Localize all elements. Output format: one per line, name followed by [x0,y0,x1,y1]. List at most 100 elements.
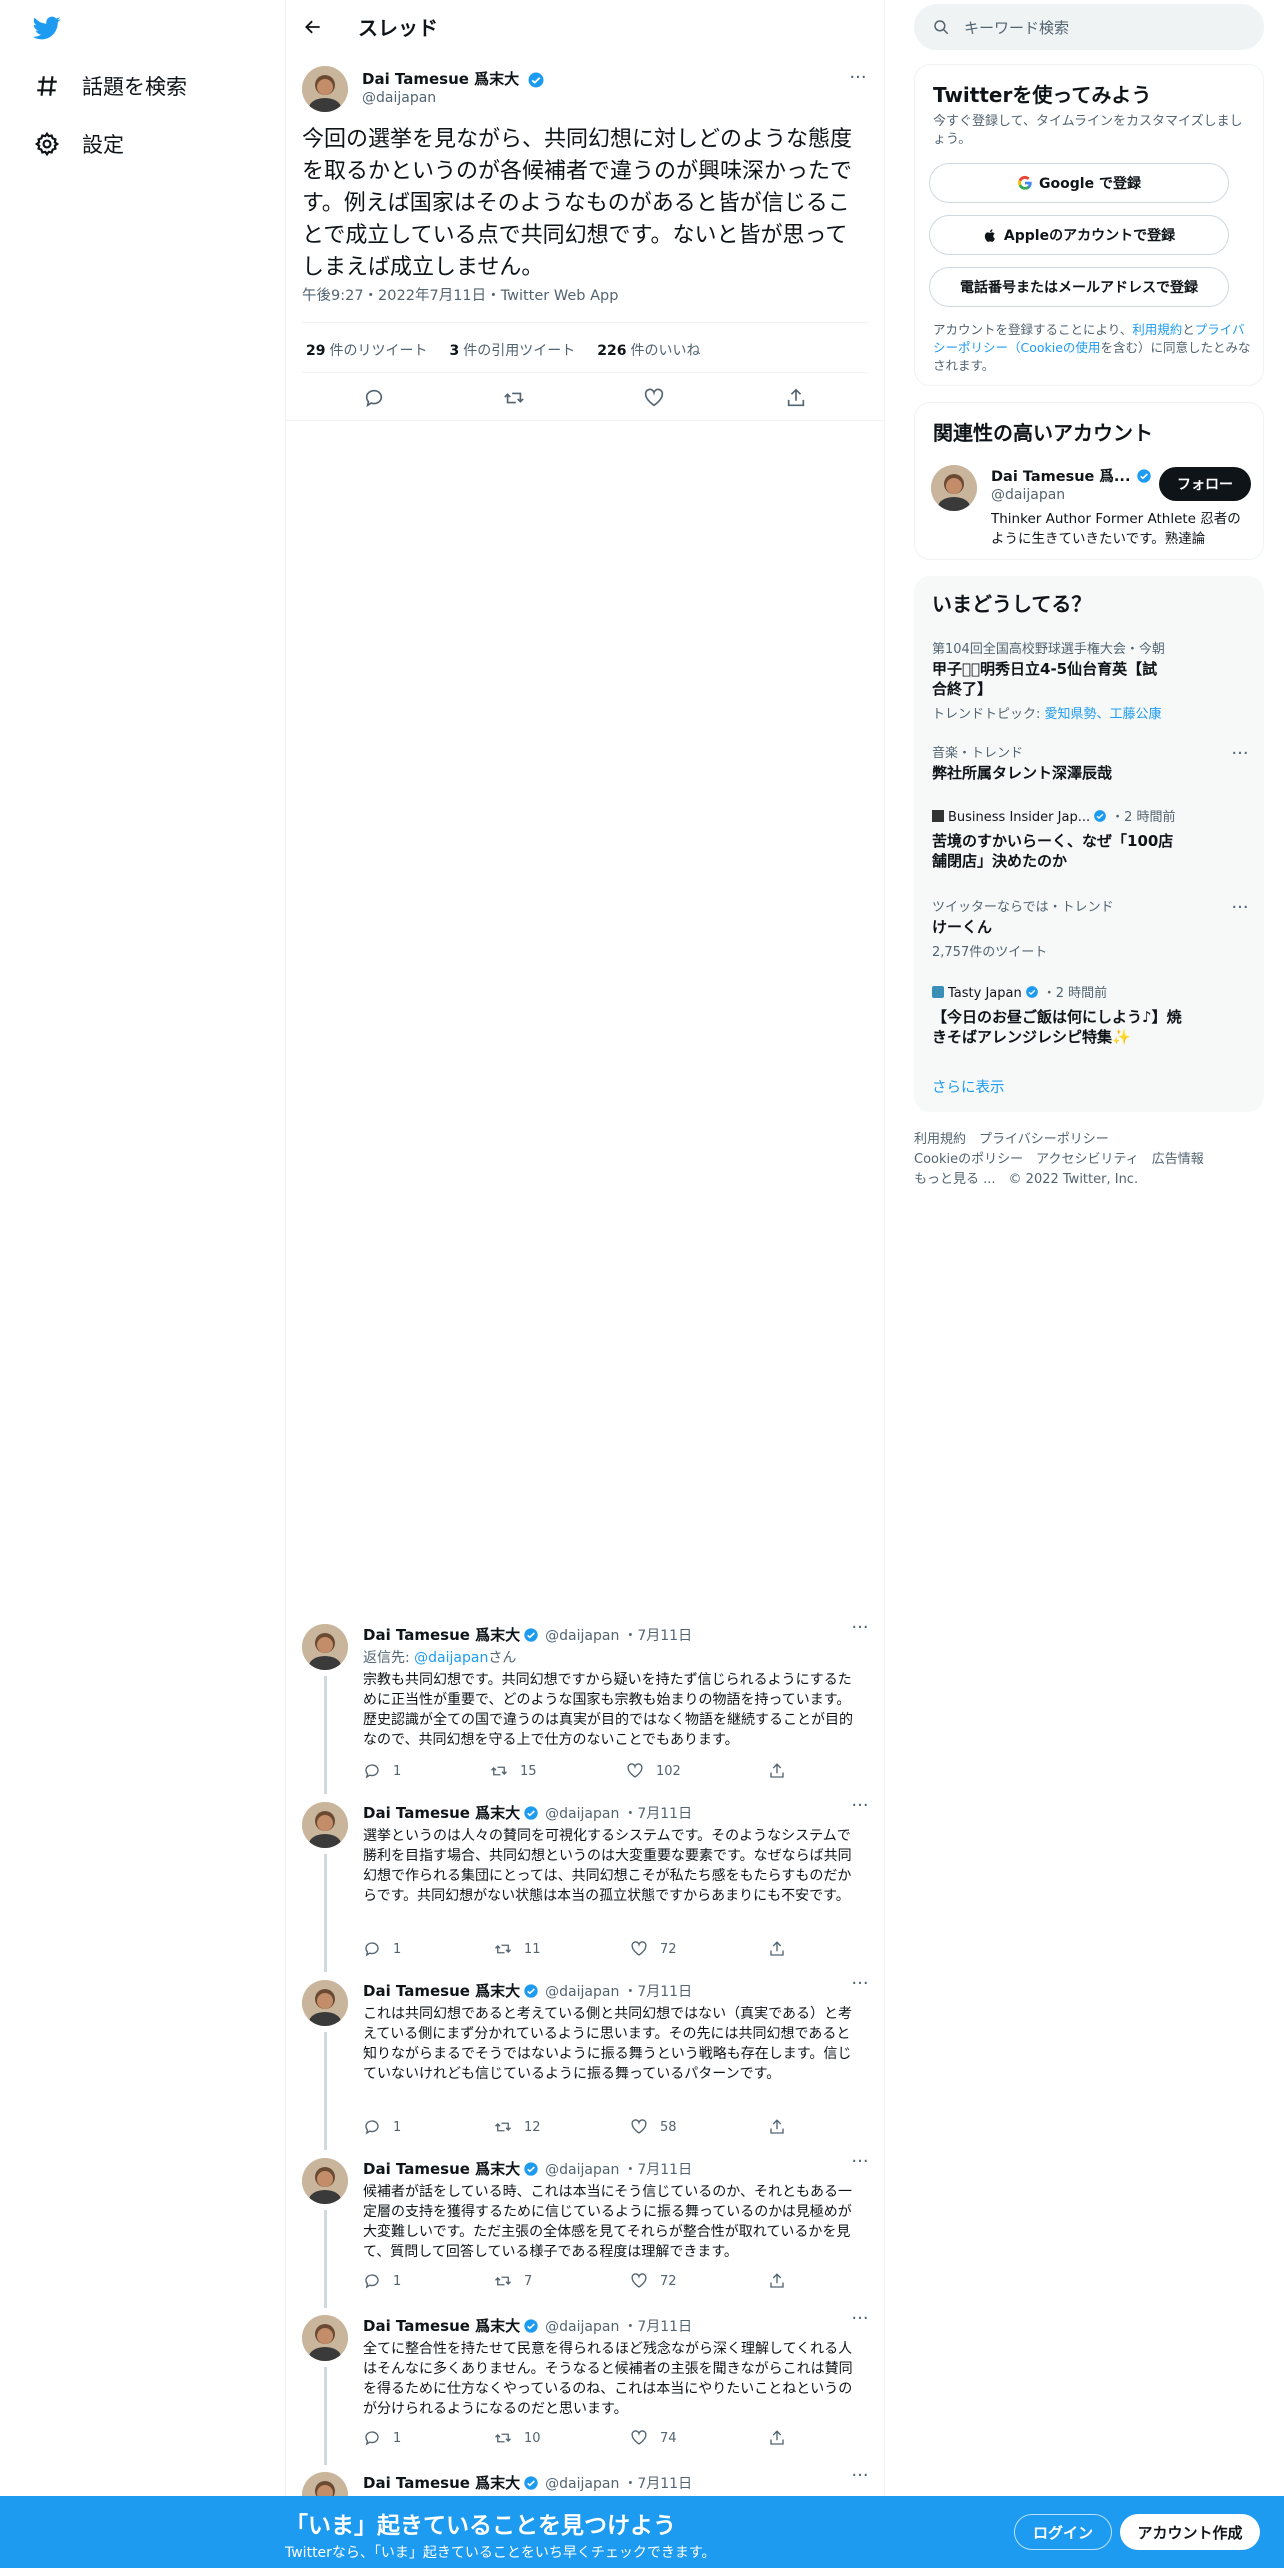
tweet-date[interactable]: ・7月11日 [623,2476,692,2492]
share-icon[interactable] [785,387,807,409]
like-icon[interactable] [643,387,665,409]
author-name[interactable]: Dai Tamesue 爲末大 [363,1980,520,2001]
reply-icon[interactable] [363,387,385,409]
login-button[interactable]: ログイン [1014,2514,1112,2550]
tweet-date[interactable]: ・7月11日 [623,2319,692,2335]
show-more-link[interactable]: さらに表示 [932,1076,1005,1097]
nav-settings[interactable]: 設定 [32,124,124,164]
author-handle[interactable]: @daijapan [545,2162,619,2178]
google-signup-button[interactable]: Google で登録 [929,163,1229,203]
more-options-icon[interactable]: ··· [850,1619,870,1637]
tweet-date[interactable]: ・7月11日 [623,1984,692,2000]
tweet-date[interactable]: ・7月11日 [623,1806,692,1822]
follow-button[interactable]: フォロー [1159,467,1251,501]
more-options-icon[interactable]: ··· [850,2310,870,2328]
retweet-count[interactable]: 15 [490,1762,537,1780]
footer-cookie-link[interactable]: Cookieのポリシー [914,1152,1023,1167]
more-options-icon[interactable]: ··· [850,1797,870,1815]
trend-item[interactable]: ツイッターならでは・トレンド けーくん 2,757件のツイート [932,896,1242,960]
retweet-count[interactable]: 10 [494,2429,541,2447]
like-count[interactable]: 72 [630,2272,677,2290]
reply-count[interactable]: 1 [363,1940,401,1958]
share-icon[interactable] [768,2272,798,2290]
trend-item[interactable]: 第104回全国高校野球選手権大会・今朝 甲子園🏻明秀日立4-5仙台育英【試合終了… [932,638,1242,722]
reply-tweet[interactable]: Dai Tamesue 爲末大 @daijapan ・7月11日 ··· 全てに整合… [286,2310,884,2465]
like-stat[interactable]: 226 件のいいね [597,340,700,360]
author-handle[interactable]: @daijapan [545,2476,619,2492]
trend-item[interactable]: Tasty Japan ・2 時間前 【今日のお昼ご飯は何にしよう♪】焼きそばアレ… [932,982,1242,1047]
main-tweet-author[interactable]: Dai Tamesue 爲末大 [362,68,545,89]
nav-explore[interactable]: 話題を検索 [32,66,187,106]
footer-ads-link[interactable]: 広告情報 [1152,1152,1204,1167]
retweet-count[interactable]: 7 [494,2272,532,2290]
twitter-logo-icon[interactable] [30,14,64,42]
reply-tweet[interactable]: Dai Tamesue 爲末大 @daijapan ・7月11日 ··· 候補者が話… [286,2153,884,2308]
quote-stat[interactable]: 3 件の引用ツイート [449,340,575,360]
author-name[interactable]: Dai Tamesue 爲末大 [363,2315,520,2336]
tweet-timestamp[interactable]: 午後9:27・2022年7月11日・Twitter Web App [302,284,618,305]
author-name[interactable]: Dai Tamesue 爲末大 [363,2472,520,2493]
share-icon[interactable] [768,2118,798,2136]
reply-tweet[interactable]: Dai Tamesue 爲末大 @daijapan ・7月11日 ··· 選挙という… [286,1797,884,1972]
avatar[interactable] [302,1980,348,2026]
retweet-icon[interactable] [503,387,525,409]
tweet-date[interactable]: ・7月11日 [623,1628,692,1644]
search-box[interactable]: キーワード検索 [914,4,1264,50]
author-handle[interactable]: @daijapan [545,1806,619,1822]
tweet-date[interactable]: ・7月11日 [623,2162,692,2178]
footer-accessibility-link[interactable]: アクセシビリティ [1036,1152,1139,1167]
avatar[interactable] [302,1624,348,1670]
reply-tweet[interactable]: Dai Tamesue 爲末大 @daijapan ・7月11日 ··· 返信先: … [286,1619,884,1794]
author-handle[interactable]: @daijapan [545,1984,619,2000]
apple-signup-button[interactable]: Appleのアカウントで登録 [929,215,1229,255]
more-options-icon[interactable]: ··· [848,69,868,87]
reply-tweet[interactable]: Dai Tamesue 爲末大 @daijapan ・7月11日 ··· これは共同… [286,1975,884,2150]
retweet-count[interactable]: 12 [494,2118,541,2136]
author-name[interactable]: Dai Tamesue 爲末大 [363,1624,520,1645]
related-account-handle[interactable]: @daijapan [991,487,1065,503]
terms-link[interactable]: 利用規約 [1132,322,1182,337]
reply-count[interactable]: 1 [363,2272,401,2290]
reply-tweet[interactable]: Dai Tamesue 爲末大 @daijapan ・7月11日 ··· [286,2467,884,2518]
footer-terms-link[interactable]: 利用規約 [914,1132,966,1147]
share-icon[interactable] [768,1940,798,1958]
avatar[interactable] [302,1802,348,1848]
phone-email-signup-button[interactable]: 電話番号またはメールアドレスで登録 [929,267,1229,307]
author-handle[interactable]: @daijapan [545,2319,619,2335]
more-options-icon[interactable]: ··· [1230,899,1250,917]
more-options-icon[interactable]: ··· [850,2153,870,2171]
reply-count[interactable]: 1 [363,2118,401,2136]
trend-item[interactable]: Business Insider Jap... ・2 時間前 苦境のすかいらーく、… [932,806,1242,871]
avatar[interactable] [302,66,348,112]
like-count[interactable]: 58 [630,2118,677,2136]
more-options-icon[interactable]: ··· [850,1975,870,1993]
retweet-stat[interactable]: 29 件のリツイート [306,340,427,360]
more-options-icon[interactable]: ··· [1230,745,1250,763]
author-handle[interactable]: @daijapan [545,1628,619,1644]
footer-links: 利用規約 プライバシーポリシー Cookieのポリシー アクセシビリティ 広告情… [914,1130,1264,1190]
author-name[interactable]: Dai Tamesue 爲末大 [363,1802,520,1823]
reply-count[interactable]: 1 [363,2429,401,2447]
signup-button[interactable]: アカウント作成 [1120,2514,1260,2550]
related-account-name[interactable]: Dai Tamesue 爲... [991,465,1154,486]
bottom-bar-title: 「いま」起きていることを見つけよう [285,2513,676,2539]
like-count[interactable]: 102 [626,1762,681,1780]
reply-to-handle-link[interactable]: @daijapan [414,1650,488,1666]
author-handle[interactable]: @daijapan [362,90,436,106]
avatar[interactable] [302,2158,348,2204]
trend-item[interactable]: 音楽・トレンド 弊社所属タレント深澤辰哉 [932,742,1242,783]
share-icon[interactable] [768,1762,798,1780]
back-arrow-icon[interactable] [298,12,328,42]
footer-privacy-link[interactable]: プライバシーポリシー [979,1132,1109,1147]
more-options-icon[interactable]: ··· [850,2467,870,2485]
phone-email-signup-label: 電話番号またはメールアドレスで登録 [960,280,1198,296]
like-count[interactable]: 74 [630,2429,677,2447]
share-icon[interactable] [768,2429,798,2447]
retweet-count[interactable]: 11 [494,1940,541,1958]
avatar[interactable] [302,2315,348,2361]
reply-count[interactable]: 1 [363,1762,401,1780]
avatar[interactable] [931,465,977,511]
like-count[interactable]: 72 [630,1940,677,1958]
author-name[interactable]: Dai Tamesue 爲末大 [363,2158,520,2179]
footer-more-link[interactable]: もっと見る ... [914,1172,996,1187]
